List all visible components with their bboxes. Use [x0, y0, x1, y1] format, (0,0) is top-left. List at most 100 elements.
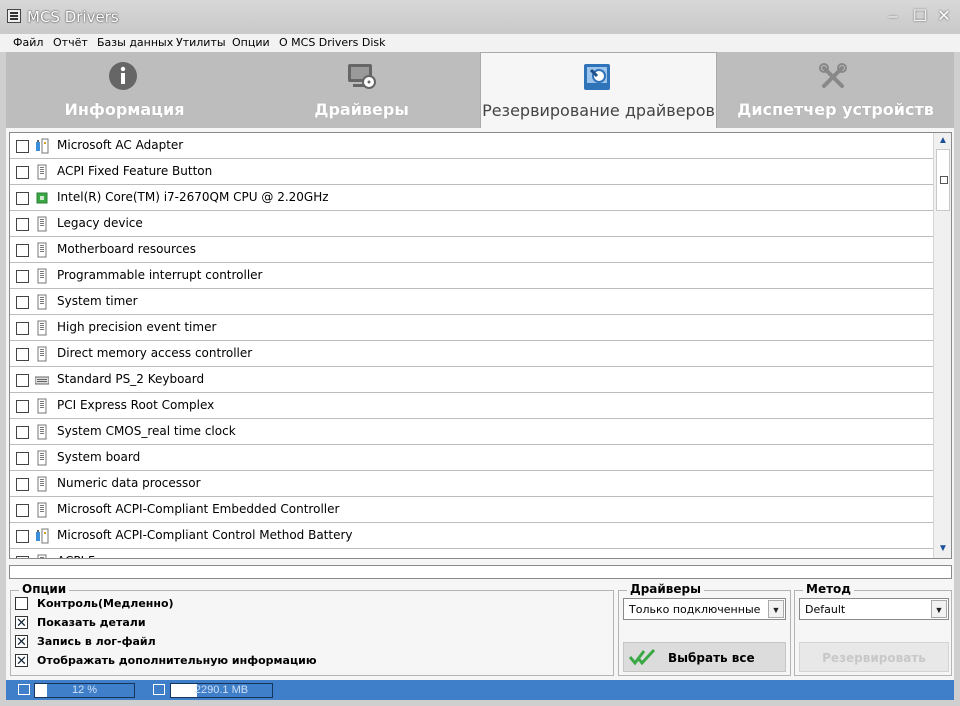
device-row[interactable]: High precision event timer [10, 315, 933, 341]
device-name: System timer [57, 294, 138, 308]
device-name: Motherboard resources [57, 242, 196, 256]
tools-icon [819, 63, 847, 88]
device-checkbox[interactable] [16, 426, 29, 439]
system-device-icon [35, 164, 49, 180]
device-row[interactable]: System board [10, 445, 933, 471]
scroll-thumb[interactable] [936, 149, 950, 211]
device-name: System board [57, 450, 141, 464]
device-row[interactable]: Standard PS_2 Keyboard [10, 367, 933, 393]
device-checkbox[interactable] [16, 218, 29, 231]
drivers-filter-select[interactable]: Только подключенные ▼ [623, 598, 786, 620]
device-row[interactable]: Programmable interrupt controller [10, 263, 933, 289]
device-checkbox[interactable] [16, 348, 29, 361]
memory-usage-text: 2290.1 MB [194, 684, 249, 696]
minimize-button[interactable]: – [884, 8, 902, 26]
tab-driver-backup[interactable]: Резервирование драйверов [480, 52, 717, 128]
chevron-down-icon[interactable]: ▼ [931, 600, 947, 618]
device-checkbox[interactable] [16, 478, 29, 491]
backup-icon [584, 64, 610, 90]
chevron-down-icon[interactable]: ▼ [768, 600, 784, 618]
device-row[interactable]: Legacy device [10, 211, 933, 237]
device-row[interactable]: ACPI Fixed Feature Button [10, 159, 933, 185]
device-checkbox[interactable] [16, 270, 29, 283]
device-checkbox[interactable] [16, 140, 29, 153]
menu-report[interactable]: Отчёт [53, 36, 88, 49]
device-row[interactable]: Direct memory access controller [10, 341, 933, 367]
drivers-group-title: Драйверы [627, 582, 704, 596]
menu-file[interactable]: Файл [13, 36, 43, 49]
backup-button[interactable]: Резервировать [799, 642, 949, 672]
maximize-button[interactable]: ☐ [911, 8, 929, 26]
system-device-icon [35, 554, 49, 558]
option-show-details-checkbox[interactable]: ✕ [15, 616, 28, 629]
device-list[interactable]: Microsoft AC Adapter ACPI Fixed Feature B… [9, 132, 952, 559]
tab-drivers[interactable]: Драйверы [243, 52, 480, 128]
device-name: High precision event timer [57, 320, 217, 334]
app-icon [7, 9, 21, 23]
device-row[interactable]: Microsoft ACPI-Compliant Control Method … [10, 523, 933, 549]
option-control-slow-checkbox[interactable] [15, 597, 28, 610]
device-checkbox[interactable] [16, 322, 29, 335]
device-row[interactable]: Numeric data processor [10, 471, 933, 497]
scroll-up-button[interactable]: ▲ [936, 134, 950, 148]
device-checkbox[interactable] [16, 166, 29, 179]
device-row[interactable]: PCI Express Root Complex [10, 393, 933, 419]
tab-device-manager[interactable]: Диспетчер устройств [717, 52, 954, 128]
device-name: Standard PS_2 Keyboard [57, 372, 205, 386]
device-checkbox[interactable] [16, 452, 29, 465]
method-group: Метод Default ▼ Резервировать [794, 582, 952, 676]
device-checkbox[interactable] [16, 504, 29, 517]
device-checkbox[interactable] [16, 244, 29, 257]
close-button[interactable]: ✕ [935, 8, 953, 26]
device-row[interactable]: Intel(R) Core(TM) i7-2670QM CPU @ 2.20GH… [10, 185, 933, 211]
system-device-icon [35, 268, 49, 284]
cpu-icon [35, 190, 49, 206]
device-name: Programmable interrupt controller [57, 268, 263, 282]
menu-options[interactable]: Опции [232, 36, 270, 49]
keyboard-icon [34, 372, 50, 388]
tab-drivers-label: Драйверы [314, 100, 409, 119]
title-bar: MCS Drivers – ☐ ✕ [0, 0, 960, 34]
system-device-icon [35, 424, 49, 440]
device-checkbox[interactable] [16, 374, 29, 387]
device-row[interactable]: Microsoft ACPI-Compliant Embedded Contro… [10, 497, 933, 523]
window-title: MCS Drivers [27, 8, 119, 26]
device-checkbox[interactable] [16, 192, 29, 205]
device-name: ACPI Fixed Feature Button [57, 164, 213, 178]
scroll-down-button[interactable]: ▼ [936, 542, 950, 556]
device-row[interactable]: ACPI F [10, 549, 933, 558]
device-name: System CMOS_real time clock [57, 424, 236, 438]
device-name: Legacy device [57, 216, 143, 230]
menu-utilities[interactable]: Утилиты [176, 36, 226, 49]
double-check-icon [629, 648, 655, 666]
option-log-file-checkbox[interactable]: ✕ [15, 635, 28, 648]
menu-about[interactable]: O MCS Drivers Disk [279, 36, 386, 49]
tab-driver-backup-label: Резервирование драйверов [482, 101, 715, 120]
system-device-icon [35, 216, 49, 232]
device-checkbox[interactable] [16, 556, 29, 558]
select-all-button[interactable]: Выбрать все [623, 642, 786, 672]
cpu-usage-text: 12 % [71, 684, 98, 696]
device-name: Direct memory access controller [57, 346, 253, 360]
device-row[interactable]: Microsoft AC Adapter [10, 133, 933, 159]
device-name: PCI Express Root Complex [57, 398, 215, 412]
driver-disk-icon [348, 64, 376, 89]
drivers-filter-value: Только подключенные [629, 603, 761, 616]
option-extra-info-checkbox[interactable]: ✕ [15, 654, 28, 667]
memory-icon [153, 684, 165, 695]
list-scrollbar[interactable]: ▲ ▼ [933, 133, 951, 558]
backup-button-label: Резервировать [822, 651, 926, 665]
device-checkbox[interactable] [16, 530, 29, 543]
device-row[interactable]: System CMOS_real time clock [10, 419, 933, 445]
menu-databases[interactable]: Базы данных [97, 36, 173, 49]
method-select[interactable]: Default ▼ [799, 598, 949, 620]
method-select-value: Default [805, 603, 846, 616]
device-row[interactable]: System timer [10, 289, 933, 315]
option-control-slow-label: Контроль(Медленно) [37, 597, 174, 610]
device-checkbox[interactable] [16, 400, 29, 413]
tab-information[interactable]: Информация [6, 52, 243, 128]
device-row[interactable]: Motherboard resources [10, 237, 933, 263]
battery-icon [35, 528, 49, 544]
info-icon [109, 62, 137, 90]
device-checkbox[interactable] [16, 296, 29, 309]
